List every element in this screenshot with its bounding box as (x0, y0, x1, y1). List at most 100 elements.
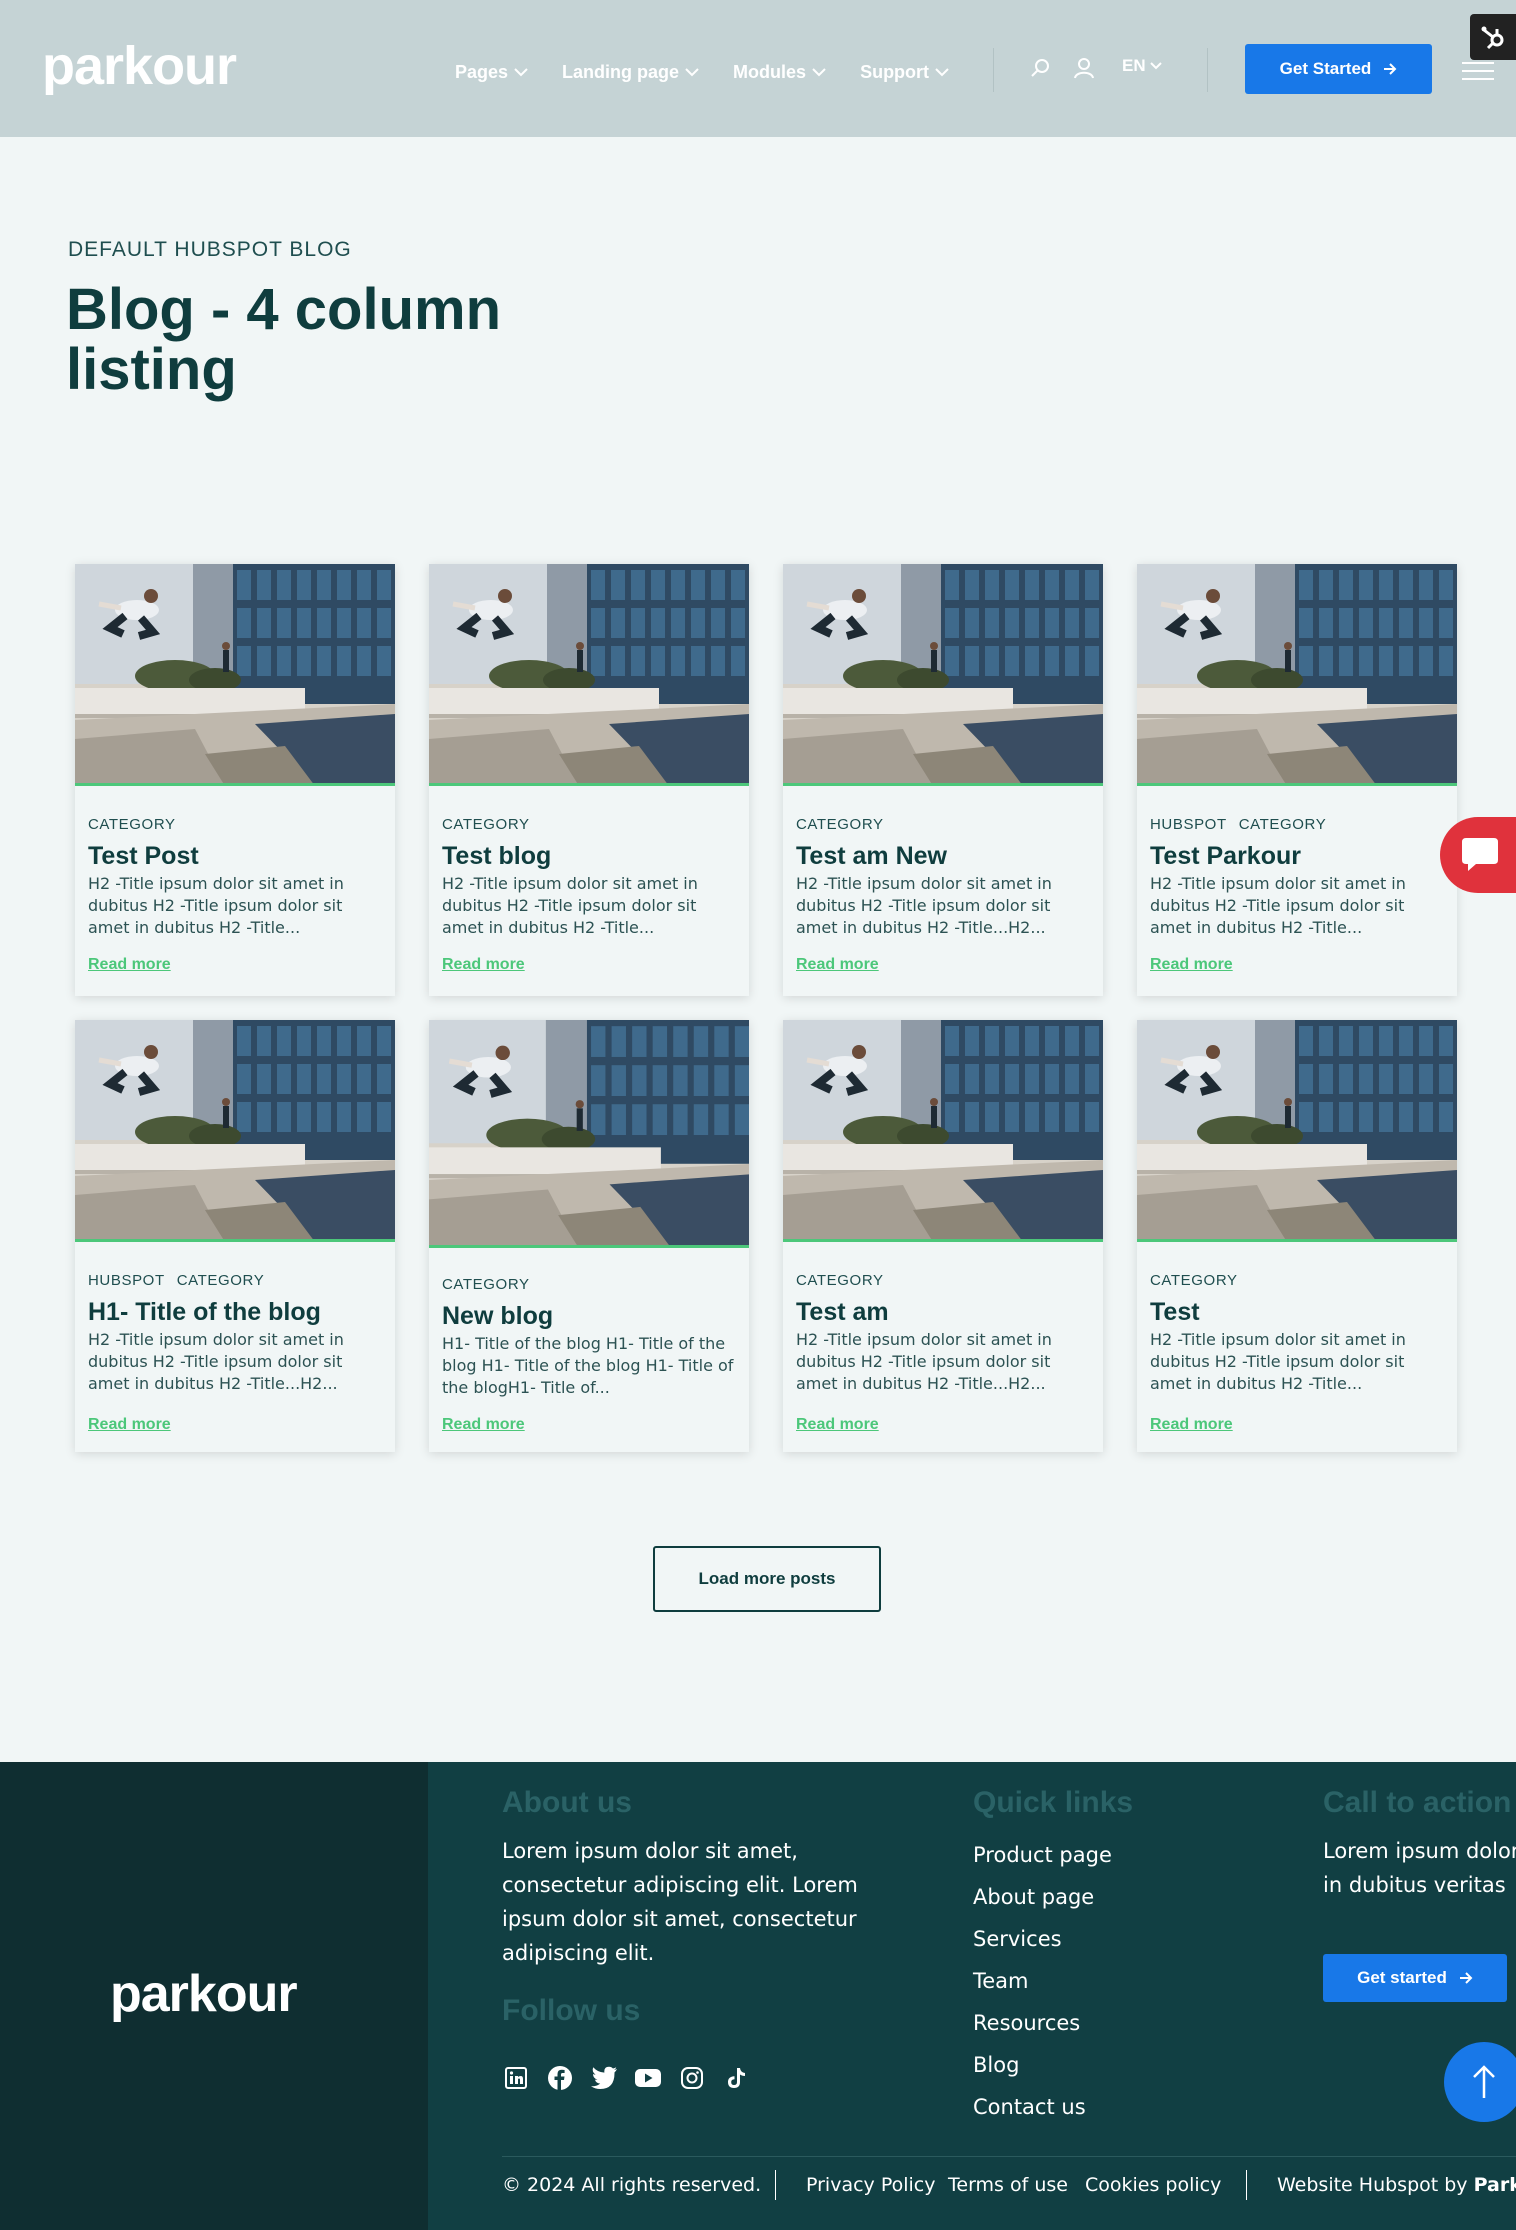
quick-link-resources[interactable]: Resources (973, 2002, 1112, 2044)
post-image[interactable] (783, 1020, 1103, 1242)
category-tag[interactable]: CATEGORY (1150, 1272, 1238, 1289)
card-body: CATEGORY Test blog H2 -Title ipsum dolor… (442, 816, 738, 939)
post-title[interactable]: Test am (796, 1297, 1092, 1327)
category-tag[interactable]: CATEGORY (796, 1272, 884, 1289)
category-tag[interactable]: CATEGORY (1239, 816, 1327, 833)
read-more-link[interactable]: Read more (796, 1416, 879, 1434)
blog-card[interactable]: CATEGORY Test H2 -Title ipsum dolor sit … (1137, 1020, 1457, 1452)
user-icon[interactable] (1072, 56, 1096, 80)
footer-get-started-label: Get started (1357, 1968, 1447, 1987)
footer-get-started-button[interactable]: Get started (1323, 1954, 1507, 2002)
post-image[interactable] (429, 564, 749, 786)
blog-card[interactable]: CATEGORY Test Post H2 -Title ipsum dolor… (75, 564, 395, 996)
post-title[interactable]: Test Parkour (1150, 841, 1446, 871)
post-image[interactable] (75, 564, 395, 786)
chat-icon (1462, 838, 1498, 871)
quick-link-blog[interactable]: Blog (973, 2044, 1112, 2086)
card-body: CATEGORY New blog H1- Title of the blog … (442, 1276, 738, 1399)
footer-bottom-divider (775, 2170, 776, 2200)
post-title[interactable]: Test Post (88, 841, 384, 871)
post-image[interactable] (1137, 1020, 1457, 1242)
post-image[interactable] (75, 1020, 395, 1242)
search-icon[interactable] (1029, 56, 1053, 80)
post-excerpt: H2 -Title ipsum dolor sit amet in dubitu… (88, 1330, 344, 1393)
read-more-link[interactable]: Read more (442, 1416, 525, 1434)
footer-divider (502, 2156, 1516, 2157)
nav-modules[interactable]: Modules (733, 58, 826, 86)
blog-card[interactable]: CATEGORY New blog H1- Title of the blog … (429, 1020, 749, 1452)
blog-card[interactable]: CATEGORY Test am H2 -Title ipsum dolor s… (783, 1020, 1103, 1452)
category-tag[interactable]: HUBSPOT (88, 1272, 165, 1289)
quick-link-product-page[interactable]: Product page (973, 1834, 1112, 1876)
post-excerpt: H2 -Title ipsum dolor sit amet in dubitu… (796, 1330, 1052, 1393)
site-credit-brand[interactable]: Parkour (1474, 2174, 1516, 2196)
card-body: CATEGORY Test am H2 -Title ipsum dolor s… (796, 1272, 1092, 1395)
post-image[interactable] (1137, 564, 1457, 786)
hubspot-sprocket-icon[interactable] (1470, 14, 1516, 60)
card-body: CATEGORY Test am New H2 -Title ipsum dol… (796, 816, 1092, 939)
footer-about-text: Lorem ipsum dolor sit amet, consectetur … (502, 1839, 858, 1965)
read-more-link[interactable]: Read more (442, 956, 525, 974)
read-more-link[interactable]: Read more (88, 1416, 171, 1434)
get-started-button[interactable]: Get Started (1245, 44, 1432, 94)
site-credit: Website Hubspot by Parkour (1277, 2174, 1516, 2196)
facebook-icon[interactable] (546, 2064, 574, 2092)
site-logo[interactable]: parkour (42, 36, 237, 96)
category-tag[interactable]: CATEGORY (796, 816, 884, 833)
read-more-link[interactable]: Read more (1150, 956, 1233, 974)
post-categories: CATEGORY (88, 816, 384, 833)
page-eyebrow: DEFAULT HUBSPOT BLOG (68, 238, 352, 261)
youtube-icon[interactable] (634, 2064, 662, 2092)
nav-pages[interactable]: Pages (455, 58, 528, 86)
read-more-link[interactable]: Read more (796, 956, 879, 974)
read-more-link[interactable]: Read more (88, 956, 171, 974)
category-tag[interactable]: CATEGORY (88, 816, 176, 833)
load-more-button[interactable]: Load more posts (653, 1546, 881, 1612)
category-tag[interactable]: CATEGORY (442, 1276, 530, 1293)
menu-icon[interactable] (1462, 62, 1494, 84)
blog-card[interactable]: CATEGORY Test am New H2 -Title ipsum dol… (783, 564, 1103, 996)
footer-cta-clip: Call to action Lorem ipsum dolor sit ame… (1323, 1786, 1516, 1906)
post-title[interactable]: Test am New (796, 841, 1092, 871)
chat-widget-button[interactable] (1440, 817, 1516, 893)
post-title[interactable]: New blog (442, 1301, 738, 1331)
post-categories: CATEGORY (1150, 1272, 1446, 1289)
post-categories: HUBSPOT CATEGORY (88, 1272, 384, 1289)
quick-link-services[interactable]: Services (973, 1918, 1112, 1960)
back-to-top-button[interactable] (1444, 2042, 1516, 2122)
footer-follow-heading: Follow us (502, 1994, 641, 2027)
blog-card[interactable]: HUBSPOT CATEGORY H1- Title of the blog H2… (75, 1020, 395, 1452)
post-excerpt: H2 -Title ipsum dolor sit amet in dubitu… (1150, 1330, 1406, 1393)
nav-landing-page[interactable]: Landing page (562, 58, 699, 86)
read-more-link[interactable]: Read more (1150, 1416, 1233, 1434)
cookies-policy-link[interactable]: Cookies policy (1085, 2174, 1221, 2196)
quick-link-team[interactable]: Team (973, 1960, 1112, 2002)
post-title[interactable]: Test (1150, 1297, 1446, 1327)
card-body: CATEGORY Test Post H2 -Title ipsum dolor… (88, 816, 384, 939)
post-image[interactable] (783, 564, 1103, 786)
linkedin-icon[interactable] (502, 2064, 530, 2092)
instagram-icon[interactable] (678, 2064, 706, 2092)
category-tag[interactable]: CATEGORY (442, 816, 530, 833)
footer-logo[interactable]: parkour (110, 1964, 298, 2024)
privacy-policy-link[interactable]: Privacy Policy (806, 2174, 935, 2196)
blog-card[interactable]: HUBSPOT CATEGORY Test Parkour H2 -Title i… (1137, 564, 1457, 996)
post-image[interactable] (429, 1020, 749, 1248)
post-title[interactable]: Test blog (442, 841, 738, 871)
language-selector[interactable]: EN (1122, 56, 1162, 76)
category-tag[interactable]: CATEGORY (177, 1272, 265, 1289)
twitter-icon[interactable] (590, 2064, 618, 2092)
quick-link-about-page[interactable]: About page (973, 1876, 1112, 1918)
category-tag[interactable]: HUBSPOT (1150, 816, 1227, 833)
nav-label: Landing page (562, 61, 680, 82)
quick-link-contact-us[interactable]: Contact us (973, 2086, 1112, 2128)
terms-of-use-link[interactable]: Terms of use (948, 2174, 1068, 2196)
blog-card[interactable]: CATEGORY Test blog H2 -Title ipsum dolor… (429, 564, 749, 996)
post-categories: HUBSPOT CATEGORY (1150, 816, 1446, 833)
post-title[interactable]: H1- Title of the blog (88, 1297, 384, 1327)
footer-about-heading: About us (502, 1786, 632, 1819)
post-categories: CATEGORY (796, 816, 1092, 833)
nav-support[interactable]: Support (860, 58, 949, 86)
tiktok-icon[interactable] (722, 2064, 750, 2092)
page-title: Blog - 4 column listing (66, 277, 501, 402)
